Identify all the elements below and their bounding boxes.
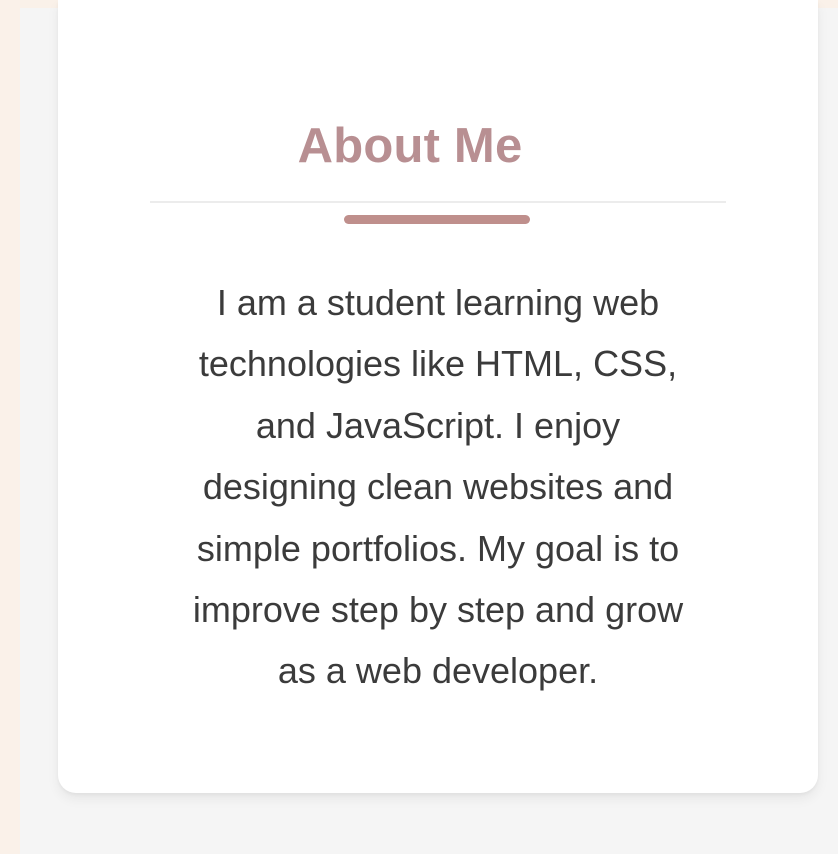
about-text-line-4: designing clean websites and [202,466,674,508]
about-text-line-7: as a web developer. [277,650,599,692]
title-accent-bar [344,215,530,224]
about-text-line-6: improve step by step and grow [192,589,684,631]
about-text-line-3: and JavaScript. I enjoy [255,404,621,446]
about-title: About Me [297,119,523,173]
about-text-line-2: technologies like HTML, CSS, [198,343,678,385]
about-text-line-5: simple portfolios. My goal is to [196,527,680,569]
about-text: I am a student learning web technologies… [148,272,728,702]
about-text-line-1: I am a student learning web [216,282,660,323]
title-divider [150,201,726,203]
